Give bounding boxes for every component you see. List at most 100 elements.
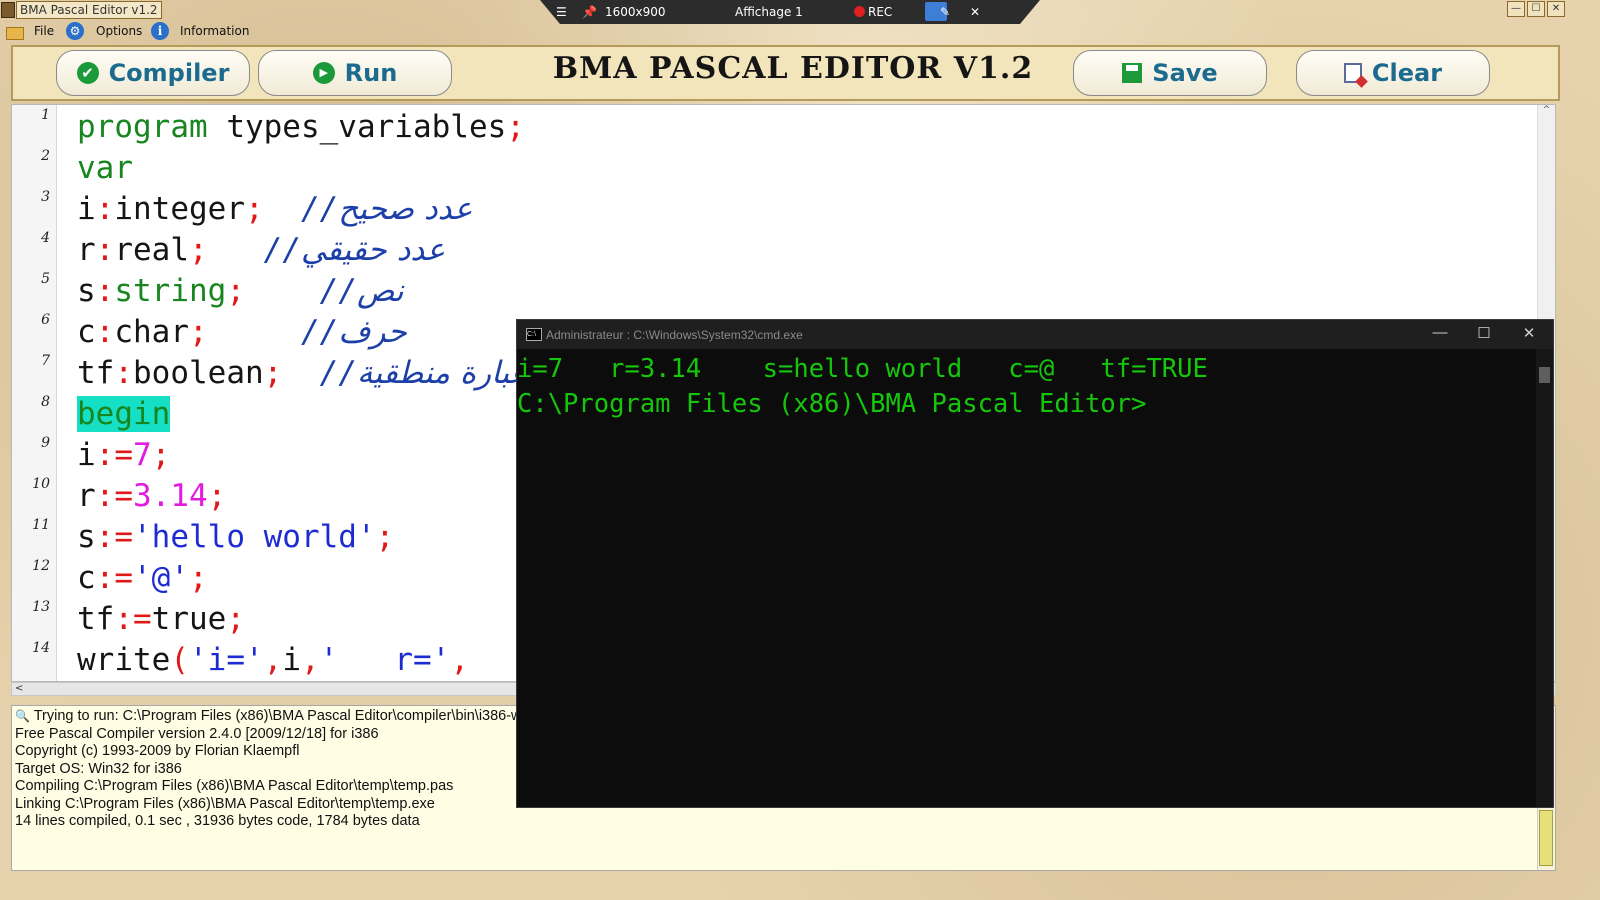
punct: := <box>95 478 133 514</box>
identifier: tf <box>77 355 115 391</box>
punct: : <box>95 191 115 227</box>
app-icon[interactable] <box>1 2 15 18</box>
rec-button[interactable]: REC <box>854 5 892 19</box>
punct: := <box>114 601 152 637</box>
code-line-14: write('i=',i,' r=', <box>77 642 469 678</box>
console-scrollbar[interactable] <box>1536 349 1553 807</box>
code-line-9: i:=7; <box>77 437 170 473</box>
console-title-bar[interactable]: C:\ Administrateur : C:\Windows\System32… <box>517 320 1553 349</box>
punct: := <box>95 560 133 596</box>
close-recorder-icon[interactable]: ✕ <box>970 5 980 19</box>
menu-information[interactable]: Information <box>180 24 249 38</box>
code-line-3: i:integer; //عدد صحيح <box>77 191 472 227</box>
check-icon: ✔ <box>76 62 99 84</box>
string-literal: '@' <box>133 560 189 596</box>
identifier: r <box>77 232 96 268</box>
console-close-button[interactable]: ✕ <box>1514 324 1544 342</box>
punct: : <box>95 273 115 309</box>
comment-arabic: عدد صحيح <box>338 191 473 227</box>
code-line-13: tf:=true; <box>77 601 245 637</box>
line-number: 5 <box>41 271 50 287</box>
punct: ( <box>170 642 189 678</box>
type: boolean <box>133 355 264 391</box>
identifier: s <box>77 519 96 555</box>
code-line-5: s:string; //نص <box>77 273 404 309</box>
punct: , <box>301 642 320 678</box>
identifier: write <box>77 642 171 678</box>
type: real <box>114 232 189 268</box>
number: 7 <box>133 437 152 473</box>
punct: := <box>95 519 133 555</box>
code-line-8: begin <box>77 396 171 432</box>
menu-file[interactable]: File <box>34 24 54 38</box>
recorder-toolbar: ☰ 📌 1600x900 Affichage 1 REC ✎ ✕ <box>540 0 1040 24</box>
scroll-left-icon[interactable]: < <box>15 683 23 694</box>
clear-button[interactable]: Clear <box>1296 50 1490 96</box>
punct: : <box>114 355 133 391</box>
pin-icon[interactable]: 📌 <box>582 5 597 19</box>
close-button[interactable]: ✕ <box>1547 1 1565 17</box>
run-label: Run <box>344 59 398 87</box>
comment-arabic: نص <box>356 273 404 309</box>
comment: // <box>207 232 301 268</box>
comment: // <box>263 191 339 227</box>
punct: := <box>95 437 133 473</box>
console-window[interactable]: C:\ Administrateur : C:\Windows\System32… <box>516 319 1554 808</box>
play-icon: ▶ <box>312 62 335 84</box>
pen-icon[interactable]: ✎ <box>940 5 950 19</box>
line-number: 1 <box>41 107 50 123</box>
type: string <box>114 273 227 309</box>
run-button[interactable]: ▶ Run <box>258 50 452 96</box>
punct: ; <box>263 355 283 391</box>
save-icon <box>1122 63 1143 83</box>
line-number: 12 <box>32 558 50 574</box>
save-label: Save <box>1152 59 1218 87</box>
compile-button[interactable]: ✔ Compiler <box>56 50 250 96</box>
console-icon: C:\ <box>526 328 542 341</box>
minimize-button[interactable]: — <box>1507 1 1525 17</box>
punct: ; <box>189 232 208 268</box>
line-number: 6 <box>41 312 50 328</box>
line-number: 14 <box>32 640 50 656</box>
menu-bar: File ⚙ Options i Information <box>0 22 600 42</box>
scroll-up-icon[interactable]: ^ <box>1538 105 1555 115</box>
clear-label: Clear <box>1371 59 1443 87</box>
menu-options[interactable]: Options <box>96 24 142 38</box>
identifier: i <box>77 437 96 473</box>
line-number: 7 <box>41 353 50 369</box>
console-prompt-line: C:\Program Files (x86)\BMA Pascal Editor… <box>517 389 1147 419</box>
save-button[interactable]: Save <box>1073 50 1267 96</box>
line-number: 10 <box>32 476 50 492</box>
comment-arabic: حرف <box>338 314 407 350</box>
comment-arabic: عدد حقيقي <box>301 232 446 268</box>
maximize-button[interactable]: ☐ <box>1527 1 1545 17</box>
clear-icon <box>1343 63 1362 83</box>
output-line: Linking C:\Program Files (x86)\BMA Pasca… <box>15 796 435 812</box>
punct: , <box>263 642 283 678</box>
output-text: Trying to run: C:\Program Files (x86)\BM… <box>33 708 522 724</box>
info-icon: i <box>151 22 169 40</box>
code-line-10: r:=3.14; <box>77 478 226 514</box>
folder-icon <box>6 27 24 40</box>
line-number: 11 <box>32 517 50 533</box>
console-maximize-button[interactable]: ☐ <box>1469 324 1499 342</box>
gear-icon: ⚙ <box>66 22 84 40</box>
punct: ; <box>226 273 245 309</box>
punct: ; <box>207 478 227 514</box>
identifier: r <box>77 478 96 514</box>
string-literal: 'i=' <box>189 642 264 678</box>
identifier: i <box>282 642 301 678</box>
code-line-4: r:real; //عدد حقيقي <box>77 232 445 268</box>
punct: ; <box>226 601 245 637</box>
punct: ; <box>375 519 395 555</box>
keyword: program <box>77 109 208 145</box>
punct: ; <box>245 191 264 227</box>
type: char <box>114 314 189 350</box>
output-scroll-thumb[interactable] <box>1539 810 1553 866</box>
view-selector[interactable]: Affichage 1 <box>735 5 803 19</box>
hamburger-icon[interactable]: ☰ <box>556 5 567 19</box>
console-scroll-thumb[interactable] <box>1539 367 1550 383</box>
console-minimize-button[interactable]: — <box>1425 324 1455 341</box>
string-literal: ' r=' <box>319 642 451 678</box>
line-number: 13 <box>32 599 50 615</box>
